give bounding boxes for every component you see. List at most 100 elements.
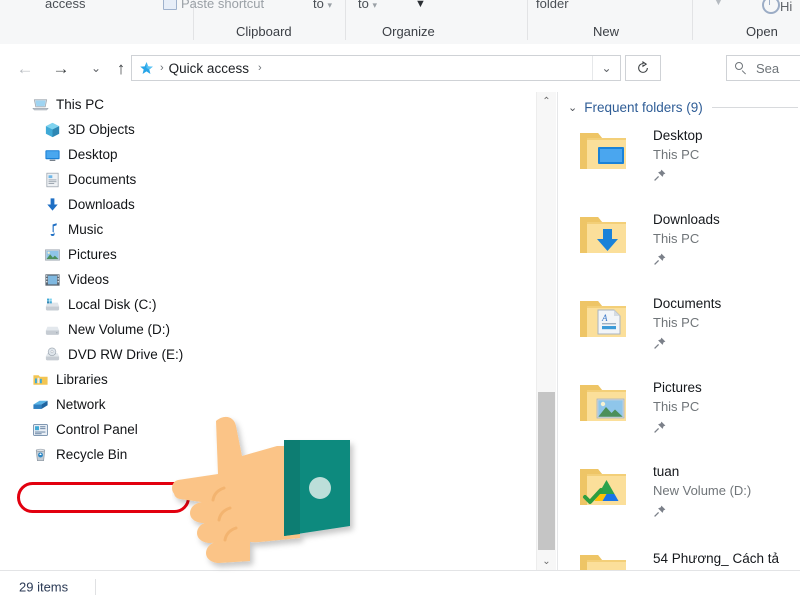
pin-icon <box>653 336 667 350</box>
desktop-overlay-icon <box>598 147 624 164</box>
tree-item-network[interactable]: Network <box>0 392 106 417</box>
new-group-label: New <box>593 24 620 39</box>
navigation-bar: ← → ⌄ ↑ › Quick access › ⌄ Sea <box>0 44 800 92</box>
documents-icon <box>44 171 61 188</box>
folder-item-documents[interactable]: A Documents This PC <box>558 290 800 374</box>
pin-icon <box>653 504 667 518</box>
breadcrumb-separator-icon[interactable]: › <box>258 62 262 74</box>
open-group-label: Open <box>746 24 778 39</box>
tree-item-label: Music <box>68 222 104 237</box>
breadcrumb-separator-icon: › <box>160 62 164 74</box>
tree-item-documents[interactable]: Documents <box>0 167 136 192</box>
folder-icon: A <box>576 296 634 344</box>
status-bar: 29 items <box>0 570 800 603</box>
organize-group-label: Organize <box>382 24 435 39</box>
open-overflow-caret-icon[interactable]: ▼ <box>713 0 724 8</box>
breadcrumb: › Quick access › <box>132 56 267 80</box>
folder-location: This PC <box>653 231 700 246</box>
search-placeholder: Sea <box>756 60 780 76</box>
group-header-label: Frequent folders (9) <box>584 100 703 115</box>
folder-name: Desktop <box>653 128 703 143</box>
address-dropdown-chevron-down-icon[interactable]: ⌄ <box>592 56 620 80</box>
pin-to-quick-access-label[interactable]: access <box>45 0 85 11</box>
pointing-hand-cursor-illustration <box>172 408 372 586</box>
tree-item-this-pc[interactable]: This PC <box>0 92 104 117</box>
tree-item-downloads[interactable]: Downloads <box>0 192 135 217</box>
refresh-button[interactable] <box>625 55 661 81</box>
move-to-button[interactable]: to ▾ <box>313 0 332 11</box>
new-folder-button[interactable]: folder <box>536 0 569 11</box>
paste-shortcut-button[interactable]: Paste shortcut <box>163 0 264 11</box>
ribbon-separator <box>692 0 693 40</box>
scrollbar-thumb[interactable] <box>538 392 555 550</box>
folder-icon <box>576 380 634 428</box>
ribbon-separator <box>345 0 346 40</box>
folder-item-desktop[interactable]: Desktop This PC <box>558 122 800 206</box>
tree-item-desktop[interactable]: Desktop <box>0 142 118 167</box>
folder-name: tuan <box>653 464 680 479</box>
tree-item-libraries[interactable]: Libraries <box>0 367 108 392</box>
navigation-pane-scrollbar[interactable]: ⌃ ⌄ <box>536 92 556 570</box>
folder-location: This PC <box>653 147 700 162</box>
breadcrumb-current[interactable]: Quick access <box>169 61 249 76</box>
clipboard-group-label: Clipboard <box>236 24 292 39</box>
tree-item-pictures[interactable]: Pictures <box>0 242 117 267</box>
scrollbar-chevron-down-icon[interactable]: ⌄ <box>537 552 556 570</box>
ribbon-toolbar: access Paste shortcut Clipboard to ▾ to … <box>0 0 800 45</box>
move-to-label: to <box>313 0 324 11</box>
pin-icon <box>653 420 667 434</box>
history-clock-icon <box>762 0 780 14</box>
paste-shortcut-icon <box>163 0 177 10</box>
file-explorer-window: access Paste shortcut Clipboard to ▾ to … <box>0 0 800 603</box>
pictures-icon <box>44 246 61 263</box>
forward-arrow-icon[interactable]: → <box>48 55 74 81</box>
tree-item-new-volume-d[interactable]: New Volume (D:) <box>0 317 170 342</box>
folder-name: 54 Phương_ Cách tả <box>653 551 779 566</box>
tree-item-videos[interactable]: Videos <box>0 267 109 292</box>
refresh-icon <box>638 61 648 73</box>
back-arrow-icon[interactable]: ← <box>12 55 38 81</box>
videos-icon <box>44 271 61 288</box>
folder-item-tuan[interactable]: tuan New Volume (D:) <box>558 458 800 542</box>
folder-name: Documents <box>653 296 722 311</box>
status-divider <box>95 579 96 595</box>
folder-location: This PC <box>653 399 700 414</box>
folder-item-downloads[interactable]: Downloads This PC <box>558 206 800 290</box>
scrollbar-chevron-up-icon[interactable]: ⌃ <box>537 92 556 110</box>
hard-drive-icon <box>44 321 61 338</box>
address-bar[interactable]: › Quick access › ⌄ <box>131 55 621 81</box>
copy-to-label: to <box>358 0 369 11</box>
tree-item-recycle-bin[interactable]: Recycle Bin <box>0 442 127 467</box>
recent-locations-chevron-down-icon[interactable]: ⌄ <box>83 55 109 81</box>
desktop-icon <box>44 146 61 163</box>
quick-access-star-icon <box>139 61 154 76</box>
folder-name: Pictures <box>653 380 702 395</box>
chevron-down-icon: ▾ <box>372 0 377 10</box>
content-area: This PC 3D Objects Desktop Documents Dow… <box>0 92 800 570</box>
folder-item-pictures[interactable]: Pictures This PC <box>558 374 800 458</box>
pin-icon <box>653 252 667 266</box>
tree-item-control-panel[interactable]: Control Panel <box>0 417 138 442</box>
tree-item-music[interactable]: Music <box>0 217 103 242</box>
chevron-down-icon[interactable]: ⌄ <box>568 101 577 114</box>
picture-overlay-icon <box>596 398 625 419</box>
folder-name: Downloads <box>653 212 720 227</box>
this-pc-icon <box>32 96 49 113</box>
frequent-folders-group-header[interactable]: ⌄ Frequent folders (9) <box>568 100 798 115</box>
tree-item-local-disk-c[interactable]: Local Disk (C:) <box>0 292 157 317</box>
tree-item-dvd-rw-drive-e[interactable]: DVD RW Drive (E:) <box>0 342 183 367</box>
music-icon <box>44 221 61 238</box>
item-count-label: 29 items <box>19 579 69 595</box>
3d-objects-icon <box>44 121 61 138</box>
organize-overflow-caret-icon[interactable]: ▼ <box>415 0 426 10</box>
dvd-drive-icon <box>44 346 61 363</box>
search-input[interactable]: Sea <box>726 55 800 81</box>
control-panel-icon <box>32 421 49 438</box>
copy-to-button[interactable]: to ▾ <box>358 0 377 11</box>
history-button[interactable]: Hi <box>762 0 792 14</box>
folder-item-54-phuong[interactable]: 54 Phương_ Cách tả <box>558 542 800 570</box>
folder-location: This PC <box>653 315 700 330</box>
tree-item-3d-objects[interactable]: 3D Objects <box>0 117 135 142</box>
downloads-icon <box>44 196 61 213</box>
folder-icon <box>576 128 634 176</box>
